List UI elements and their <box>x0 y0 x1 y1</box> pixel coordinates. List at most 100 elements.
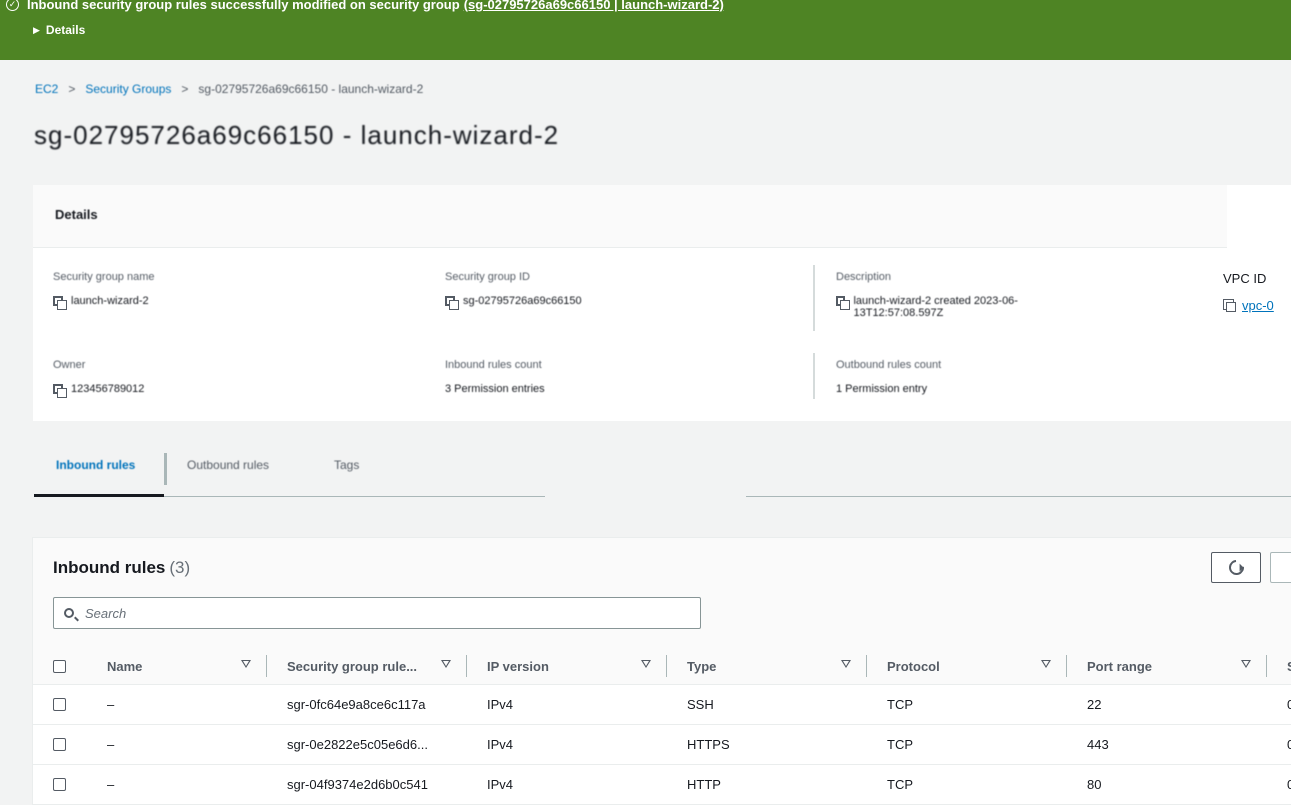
column-rule-id-label: Security group rule... <box>287 658 418 674</box>
tab-inbound-rules[interactable]: Inbound rules <box>56 458 135 472</box>
sort-icon[interactable] <box>1041 660 1051 668</box>
cell-name: – <box>107 737 115 752</box>
column-divider[interactable] <box>266 655 267 677</box>
breadcrumb: EC2 > Security Groups > sg-02795726a69c6… <box>35 82 423 96</box>
cell-ip-version: IPv4 <box>487 737 514 752</box>
page-edge <box>1227 60 1291 186</box>
field-label: Owner <box>53 359 86 371</box>
field-label: VPC ID <box>1223 271 1267 286</box>
sort-icon[interactable] <box>841 660 851 668</box>
copy-icon[interactable] <box>53 296 67 310</box>
caret-right-icon: ▶ <box>33 24 40 35</box>
breadcrumb-security-groups[interactable]: Security Groups <box>85 82 171 96</box>
search-icon <box>64 608 74 618</box>
cell-protocol: TCP <box>887 777 913 792</box>
cell-protocol: TCP <box>887 737 913 752</box>
cell-name: – <box>107 777 115 792</box>
column-port-range-label: Port range <box>1087 658 1153 674</box>
inbound-rules-header: Inbound rules (3) <box>33 538 1291 648</box>
field-vpc-id: VPC ID vpc-0 <box>1223 271 1274 313</box>
flash-security-group-link[interactable]: (sg-02795726a69c66150 | launch-wizard-2) <box>464 0 724 12</box>
field-outbound-count: Outbound rules count 1 Permission entry <box>836 359 941 395</box>
tab-bar: Inbound rules Outbound rules Tags <box>34 445 1291 497</box>
column-header-source[interactable]: S <box>1287 648 1291 684</box>
table-row[interactable]: – sgr-0fc64e9a8ce6c117a IPv4 SSH TCP 22 … <box>33 685 1291 725</box>
sort-icon[interactable] <box>441 660 451 668</box>
field-label: Security group ID <box>445 271 530 283</box>
column-header-name[interactable]: Name <box>107 648 142 684</box>
sort-icon[interactable] <box>1241 660 1251 668</box>
refresh-button[interactable] <box>1211 552 1261 583</box>
column-divider[interactable] <box>1266 655 1267 677</box>
column-header-rule-id[interactable]: Security group rule... <box>287 648 417 684</box>
copy-icon[interactable] <box>836 296 851 310</box>
vpc-id-link[interactable]: vpc-0 <box>1242 298 1274 313</box>
cell-source: 0 <box>1287 697 1291 712</box>
inbound-rules-count: (3) <box>169 558 191 577</box>
copy-icon[interactable] <box>445 296 459 310</box>
tab-divider <box>164 453 167 485</box>
refresh-icon <box>1225 556 1247 579</box>
copy-icon[interactable] <box>53 384 67 398</box>
column-header-type[interactable]: Type <box>687 648 716 684</box>
flash-message: Inbound security group rules successfull… <box>27 0 460 12</box>
field-inbound-count: Inbound rules count 3 Permission entries <box>445 359 545 395</box>
field-value: launch-wizard-2 <box>71 295 149 307</box>
cell-protocol: TCP <box>887 697 913 712</box>
column-divider[interactable] <box>666 655 667 677</box>
column-header-protocol[interactable]: Protocol <box>887 648 940 684</box>
column-divider <box>813 353 815 399</box>
breadcrumb-separator-icon: > <box>181 82 189 96</box>
tab-baseline <box>746 496 1291 497</box>
column-ip-version-label: IP version <box>487 658 549 674</box>
cell-source: 0 <box>1287 777 1291 792</box>
cell-ip-version: IPv4 <box>487 777 514 792</box>
column-header-port-range[interactable]: Port range <box>1087 648 1152 684</box>
field-value: sg-02795726a69c66150 <box>463 295 582 307</box>
tab-tags[interactable]: Tags <box>334 458 359 472</box>
breadcrumb-ec2[interactable]: EC2 <box>35 82 58 96</box>
cell-name: – <box>107 697 115 712</box>
cell-rule-id: sgr-0fc64e9a8ce6c117a <box>287 697 426 712</box>
column-source-label: S <box>1287 659 1291 674</box>
select-all-checkbox[interactable] <box>53 660 66 673</box>
table-header: Name Security group rule... IP version T… <box>33 648 1291 685</box>
cell-type: SSH <box>687 697 714 712</box>
success-flash-banner: ✓ Inbound security group rules successfu… <box>0 0 1291 60</box>
column-name-label: Name <box>107 658 143 674</box>
tab-outbound-rules[interactable]: Outbound rules <box>187 458 269 472</box>
success-check-icon: ✓ <box>6 0 19 11</box>
table-row[interactable]: – sgr-04f9374e2d6b0c541 IPv4 HTTP TCP 80… <box>33 765 1291 805</box>
column-divider[interactable] <box>866 655 867 677</box>
cell-source: 0 <box>1287 737 1291 752</box>
row-checkbox[interactable] <box>53 778 66 791</box>
field-label: Outbound rules count <box>836 359 942 371</box>
row-checkbox[interactable] <box>53 698 66 711</box>
cell-port-range: 22 <box>1087 697 1102 712</box>
inbound-rules-title: Inbound rules (3) <box>53 558 190 578</box>
column-divider[interactable] <box>1066 655 1067 677</box>
table-row[interactable]: – sgr-0e2822e5c05e6d6... IPv4 HTTPS TCP … <box>33 725 1291 765</box>
page-title: sg-02795726a69c66150 - launch-wizard-2 <box>34 120 560 150</box>
field-label: Security group name <box>53 271 155 283</box>
field-value: launch-wizard-2 created 2023-06-13T12:57… <box>853 295 1018 319</box>
search-input[interactable] <box>83 604 667 622</box>
tab-baseline <box>164 496 545 497</box>
cell-type: HTTP <box>687 777 721 792</box>
row-checkbox[interactable] <box>53 738 66 751</box>
flash-details-toggle[interactable]: ▶ Details <box>33 23 85 37</box>
field-sg-id: Security group ID sg-02795726a69c66150 <box>445 271 582 310</box>
field-label: Inbound rules count <box>445 359 542 371</box>
actions-button[interactable] <box>1270 552 1291 583</box>
sort-icon[interactable] <box>241 660 251 668</box>
column-header-ip-version[interactable]: IP version <box>487 648 549 684</box>
column-divider[interactable] <box>466 655 467 677</box>
inbound-rules-title-text: Inbound rules <box>53 558 166 577</box>
search-field[interactable] <box>53 597 701 629</box>
details-panel: Details Security group name launch-wizar… <box>33 185 1291 421</box>
field-label: Description <box>836 271 892 283</box>
sort-icon[interactable] <box>641 660 651 668</box>
cell-port-range: 80 <box>1087 777 1102 792</box>
copy-icon[interactable] <box>1223 299 1236 312</box>
inbound-rules-panel: Inbound rules(3) Name Security group rul… <box>32 537 1291 805</box>
